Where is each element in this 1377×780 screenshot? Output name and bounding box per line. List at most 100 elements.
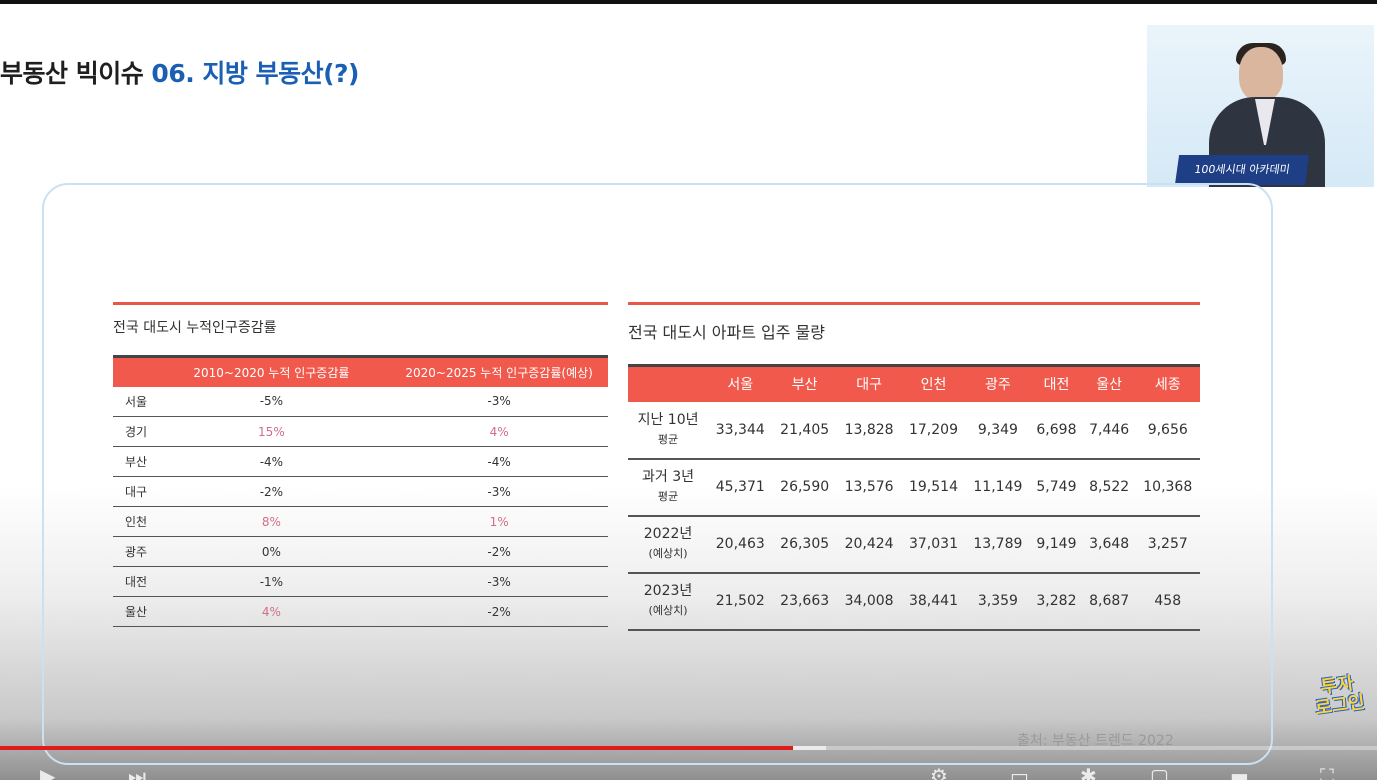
- supply-value-cell: 26,590: [772, 458, 837, 517]
- supply-value-cell: 10,368: [1135, 458, 1200, 517]
- supply-value-cell: 3,282: [1030, 572, 1083, 631]
- next-icon[interactable]: ⏭: [128, 766, 146, 780]
- growth-2010-2020-cell: 4%: [152, 596, 391, 627]
- city-cell: 광주: [113, 536, 153, 567]
- supply-value-cell: 23,663: [772, 572, 837, 631]
- supply-value-cell: 26,305: [772, 515, 837, 574]
- supply-value-cell: 17,209: [901, 401, 966, 460]
- row-label-main: 2023년: [643, 583, 693, 599]
- growth-2020-2025-cell: -2%: [390, 596, 608, 627]
- row-label-sub: 평균: [657, 490, 679, 503]
- supply-value-cell: 19,514: [901, 458, 966, 517]
- supply-value-cell: 9,349: [965, 401, 1031, 460]
- presenter-head: [1239, 47, 1283, 101]
- supply-value-cell: 38,441: [901, 572, 966, 631]
- supply-value-cell: 7,446: [1082, 401, 1136, 460]
- left-table-caption: 전국 대도시 누적인구증감률: [113, 320, 277, 336]
- right-table-header-2: 부산: [772, 364, 837, 402]
- table-row: 2023년 (예상치) 21,502 23,663 34,008 38,441 3,359 3…: [628, 572, 1200, 631]
- row-label-cell: 지난 10년평균: [628, 401, 709, 460]
- right-table-header-0: [628, 364, 709, 402]
- table-row: 경기 15% 4%: [113, 416, 608, 447]
- supply-value-cell: 13,576: [836, 458, 902, 517]
- right-table-body: 지난 10년 평균 33,344 21,405 13,828 17,209 9,349 6,6…: [628, 401, 1200, 631]
- top-edge: [0, 0, 1377, 4]
- growth-2020-2025-cell: -4%: [390, 446, 608, 477]
- table-row: 울산 4% -2%: [113, 596, 608, 627]
- right-table-header-8: 세종: [1135, 364, 1200, 402]
- video-progress-bar[interactable]: [0, 746, 1377, 750]
- supply-value-cell: 5,749: [1030, 458, 1083, 517]
- supply-value-cell: 3,359: [965, 572, 1031, 631]
- row-label-sub: 평균: [657, 432, 679, 446]
- slide-title-accent: 06. 지방 부동산(?): [151, 59, 359, 88]
- table-row: 2022년 (예상치) 20,463 26,305 20,424 37,031 13,789…: [628, 515, 1200, 574]
- city-cell: 대구: [113, 476, 153, 507]
- supply-value-cell: 13,789: [965, 515, 1031, 574]
- table-row: 대전 -1% -3%: [113, 566, 608, 597]
- growth-2020-2025-cell: 1%: [390, 506, 608, 537]
- row-label-main: 지난 10년: [637, 411, 699, 428]
- row-label-main: 2022년: [643, 526, 693, 542]
- growth-2010-2020-cell: -1%: [152, 566, 391, 597]
- slide-title: 부동산 빅이슈 06. 지방 부동산(?): [0, 54, 359, 90]
- supply-value-cell: 20,424: [836, 515, 902, 574]
- fullscreen-icon[interactable]: ⛶: [1320, 766, 1334, 780]
- growth-2020-2025-cell: -2%: [390, 536, 608, 567]
- right-table-header-7: 울산: [1082, 364, 1136, 402]
- growth-2020-2025-cell: -3%: [390, 476, 608, 507]
- row-label-cell: 2022년 (예상치): [628, 515, 709, 574]
- slide-title-prefix: 부동산 빅이슈: [0, 59, 152, 88]
- row-label-sub: (예상치): [648, 547, 688, 560]
- supply-value-cell: 20,463: [708, 515, 773, 574]
- right-table-header-5: 광주: [965, 364, 1031, 402]
- table-row: 지난 10년 평균 33,344 21,405 13,828 17,209 9,349 6,6…: [628, 401, 1200, 460]
- table-row: 과거 3년 평균 45,371 26,590 13,576 19,514 11,149 5,7…: [628, 458, 1200, 517]
- supply-value-cell: 9,149: [1030, 515, 1083, 574]
- right-table-header-1: 서울: [708, 364, 773, 402]
- volume-icon[interactable]: ✱: [1080, 766, 1097, 780]
- presenter-desk-sign: 100세시대 아카데미: [1174, 155, 1310, 185]
- table-row: 서울 -5% -3%: [113, 386, 608, 417]
- miniplayer-icon[interactable]: ▢: [1150, 766, 1169, 780]
- play-icon[interactable]: ▶: [40, 766, 55, 780]
- subtitles-icon[interactable]: ▭: [1010, 766, 1029, 780]
- theater-icon[interactable]: ▬: [1230, 766, 1249, 780]
- supply-value-cell: 34,008: [836, 572, 902, 631]
- housing-supply-table-box: 전국 대도시 아파트 입주 물량 서울 부산 대구 인천 광주 대전 울산 세종 지난 10년…: [628, 302, 1200, 631]
- progress-played: [0, 746, 794, 750]
- growth-2020-2025-cell: -3%: [390, 566, 608, 597]
- housing-supply-table: 서울 부산 대구 인천 광주 대전 울산 세종 지난 10년 평균 33,344 21,405 13,…: [628, 364, 1200, 631]
- supply-value-cell: 3,257: [1135, 515, 1200, 574]
- table-row: 대구 -2% -3%: [113, 476, 608, 507]
- city-cell: 서울: [113, 386, 153, 417]
- population-table: 2010~2020 누적 인구증감률 2020~2025 누적 인구증감률(예상)…: [113, 355, 608, 627]
- growth-2010-2020-cell: 0%: [152, 536, 391, 567]
- supply-value-cell: 21,405: [772, 401, 837, 460]
- growth-2010-2020-cell: -4%: [152, 446, 391, 477]
- right-table-caption: 전국 대도시 아파트 입주 물량: [628, 323, 825, 342]
- row-label-cell: 과거 3년평균: [628, 458, 709, 517]
- supply-value-cell: 37,031: [901, 515, 966, 574]
- row-label-main: 과거 3년: [642, 469, 695, 485]
- row-label-cell: 2023년 (예상치): [628, 572, 709, 631]
- left-table-header-0: [113, 355, 153, 387]
- growth-2010-2020-cell: 15%: [152, 416, 391, 447]
- left-table-header-2: 2020~2025 누적 인구증감률(예상): [390, 355, 608, 387]
- right-table-header-row: 서울 부산 대구 인천 광주 대전 울산 세종: [628, 364, 1200, 402]
- left-table-header-1: 2010~2020 누적 인구증감률: [152, 355, 391, 387]
- city-cell: 경기: [113, 416, 153, 447]
- row-label-sub: (예상치): [648, 604, 688, 617]
- left-table-header-row: 2010~2020 누적 인구증감률 2020~2025 누적 인구증감률(예상): [113, 355, 608, 387]
- supply-value-cell: 45,371: [708, 458, 773, 517]
- right-table-header-3: 대구: [836, 364, 902, 402]
- growth-2010-2020-cell: -2%: [152, 476, 391, 507]
- city-cell: 대전: [113, 566, 153, 597]
- city-cell: 부산: [113, 446, 153, 477]
- growth-2010-2020-cell: 8%: [152, 506, 391, 537]
- supply-value-cell: 33,344: [708, 401, 773, 460]
- supply-value-cell: 11,149: [965, 458, 1031, 517]
- growth-2020-2025-cell: 4%: [390, 416, 608, 447]
- population-table-box: 전국 대도시 누적인구증감률 2010~2020 누적 인구증감률 2020~20…: [113, 302, 608, 627]
- settings-icon[interactable]: ⚙: [930, 766, 948, 780]
